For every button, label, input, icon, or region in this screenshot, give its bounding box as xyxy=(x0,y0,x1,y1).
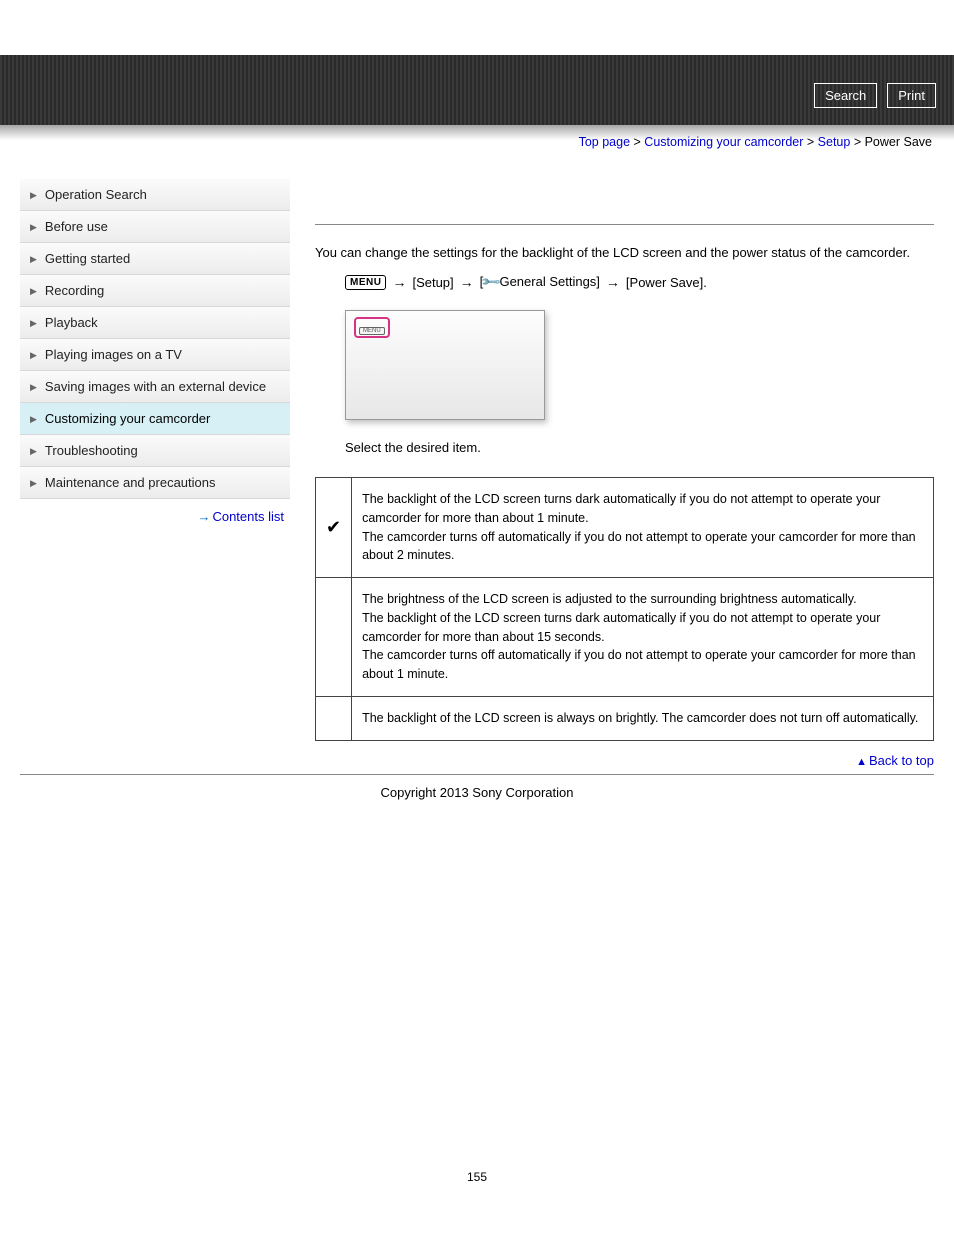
path-power-save: [Power Save]. xyxy=(626,275,707,290)
sidebar: ▶ Operation Search ▶ Before use ▶ Getting sta… xyxy=(20,179,290,768)
caret-right-icon: ▶ xyxy=(30,254,37,265)
main-content: You can change the settings for the back… xyxy=(290,179,934,768)
option-description: The brightness of the LCD screen is adju… xyxy=(352,578,934,697)
option-description: The backlight of the LCD screen is alway… xyxy=(352,696,934,740)
screenshot-menu-icon: MENU xyxy=(359,327,385,335)
step-instruction: Select the desired item. xyxy=(345,440,934,455)
arrow-icon: → xyxy=(606,274,620,290)
header-controls: Search Print xyxy=(814,83,936,108)
sidebar-item-label: Saving images with an external device xyxy=(45,379,266,394)
caret-right-icon: ▶ xyxy=(30,190,37,201)
option-description: The backlight of the LCD screen turns da… xyxy=(352,478,934,578)
sidebar-item-label: Recording xyxy=(45,283,104,298)
sidebar-item-label: Playing images on a TV xyxy=(45,347,182,362)
footer-divider xyxy=(20,774,934,775)
sidebar-item[interactable]: ▶ Playing images on a TV xyxy=(20,339,290,371)
caret-right-icon: ▶ xyxy=(30,350,37,361)
option-checkmark-cell: ✔ xyxy=(316,478,352,578)
caret-right-icon: ▶ xyxy=(30,286,37,297)
sidebar-item[interactable]: ▶ Customizing your camcorder xyxy=(20,403,290,435)
screenshot-menu-highlight: MENU xyxy=(354,317,390,338)
sidebar-item-label: Before use xyxy=(45,219,108,234)
arrow-icon: → xyxy=(460,274,474,290)
options-table: ✔ The backlight of the LCD screen turns d… xyxy=(315,477,934,741)
sidebar-item[interactable]: ▶ Operation Search xyxy=(20,179,290,211)
contents-list-link-wrap: →Contents list xyxy=(20,499,290,524)
option-checkmark-cell xyxy=(316,696,352,740)
caret-right-icon: ▶ xyxy=(30,414,37,425)
table-row: ✔ The backlight of the LCD screen turns d… xyxy=(316,478,934,578)
header-band: Search Print xyxy=(0,55,954,125)
checkmark-icon: ✔ xyxy=(326,517,341,537)
sidebar-item-label: Maintenance and precautions xyxy=(45,475,216,490)
menu-button-icon: MENU xyxy=(345,275,386,290)
sidebar-item[interactable]: ▶ Before use xyxy=(20,211,290,243)
search-button[interactable]: Search xyxy=(814,83,877,108)
caret-right-icon: ▶ xyxy=(30,478,37,489)
sidebar-item[interactable]: ▶ Playback xyxy=(20,307,290,339)
print-button[interactable]: Print xyxy=(887,83,936,108)
menu-path: MENU → [Setup] → [🔧General Settings] → [… xyxy=(345,274,934,290)
caret-right-icon: ▶ xyxy=(30,222,37,233)
up-arrow-icon: ▲ xyxy=(856,756,867,768)
copyright: Copyright 2013 Sony Corporation xyxy=(0,785,954,800)
page-number: 155 xyxy=(0,1170,954,1204)
lcd-screenshot: MENU xyxy=(345,310,545,420)
caret-right-icon: ▶ xyxy=(30,446,37,457)
sidebar-item-label: Playback xyxy=(45,315,98,330)
general-label: General Settings] xyxy=(499,274,599,289)
arrow-right-icon: → xyxy=(197,509,210,524)
intro-text: You can change the settings for the back… xyxy=(315,245,934,260)
table-row: The brightness of the LCD screen is adju… xyxy=(316,578,934,697)
path-setup: [Setup] xyxy=(412,275,453,290)
divider xyxy=(315,224,934,225)
sidebar-item[interactable]: ▶ Recording xyxy=(20,275,290,307)
sidebar-item-label: Operation Search xyxy=(45,187,147,202)
caret-right-icon: ▶ xyxy=(30,318,37,329)
caret-right-icon: ▶ xyxy=(30,382,37,393)
back-to-top-link[interactable]: Back to top xyxy=(869,753,934,768)
sidebar-item[interactable]: ▶ Troubleshooting xyxy=(20,435,290,467)
sidebar-item[interactable]: ▶ Saving images with an external device xyxy=(20,371,290,403)
table-row: The backlight of the LCD screen is alway… xyxy=(316,696,934,740)
arrow-icon: → xyxy=(392,274,406,290)
contents-list-link[interactable]: Contents list xyxy=(212,509,284,524)
sidebar-item-label: Getting started xyxy=(45,251,130,266)
sidebar-item-label: Troubleshooting xyxy=(45,443,138,458)
sidebar-item[interactable]: ▶ Getting started xyxy=(20,243,290,275)
back-to-top-wrap: ▲Back to top xyxy=(315,753,934,768)
path-general: [🔧General Settings] xyxy=(480,274,600,290)
sidebar-item[interactable]: ▶ Maintenance and precautions xyxy=(20,467,290,499)
sidebar-item-label: Customizing your camcorder xyxy=(45,411,210,426)
option-checkmark-cell xyxy=(316,578,352,697)
